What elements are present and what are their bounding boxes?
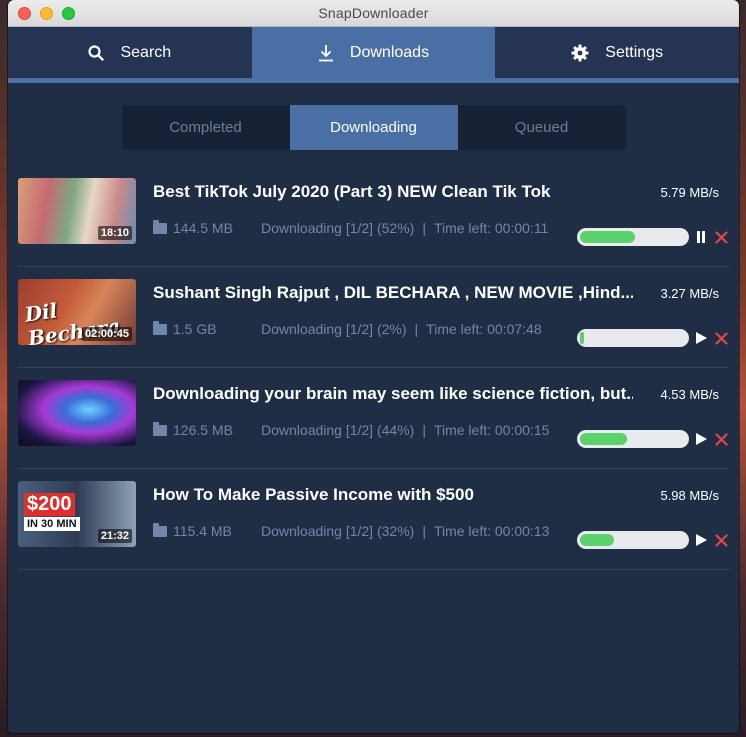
download-speed: 5.98 MB/s [660,488,719,503]
folder-icon[interactable] [153,219,167,234]
time-left: Time left: 00:07:48 [426,321,542,337]
file-size: 1.5 GB [173,321,217,337]
video-thumbnail [18,380,136,446]
progress-bar [577,329,689,347]
play-icon [695,332,707,344]
tab-downloads[interactable]: Downloads [251,27,496,78]
video-title: How To Make Passive Income with $500 [153,485,474,504]
window-controls [18,7,75,20]
folder-icon[interactable] [153,320,167,335]
gear-icon [571,44,589,62]
progress-bar [577,228,689,246]
download-status: Downloading [1/2] (32%) [261,523,415,539]
meta-separator: | [414,321,419,337]
video-duration: 02:00:45 [81,327,132,341]
video-thumbnail: 18:10 [18,178,136,244]
video-duration: 18:10 [97,226,132,240]
progress-bar [577,430,689,448]
download-status: Downloading [1/2] (44%) [261,422,415,438]
close-icon [714,331,728,345]
download-speed: 3.27 MB/s [660,286,719,301]
time-left: Time left: 00:00:15 [433,422,550,438]
close-icon [714,230,728,244]
app-window: SnapDownloader Search Downloads Settings… [8,0,739,733]
segment-queued[interactable]: Queued [458,105,626,150]
close-icon [714,533,728,547]
video-title: Sushant Singh Rajput , DIL BECHARA , NEW… [153,283,633,302]
download-row: Downloading your brain may seem like sci… [18,368,729,469]
download-icon [318,44,334,62]
play-icon [695,534,707,546]
tab-search[interactable]: Search [8,27,252,78]
segmented-control: Completed Downloading Queued [121,105,626,150]
download-info: Sushant Singh Rajput , DIL BECHARA , NEW… [136,279,729,367]
cancel-button[interactable] [713,330,729,346]
cancel-button[interactable] [713,229,729,245]
video-duration: 21:32 [97,529,132,543]
progress-fill [580,534,614,546]
time-left: Time left: 00:00:11 [433,220,549,236]
resume-button[interactable] [694,532,708,548]
zoom-window-button[interactable] [62,7,75,20]
download-info: Best TikTok July 2020 (Part 3) NEW Clean… [136,178,729,266]
download-speed: 4.53 MB/s [660,387,719,402]
progress-fill [580,332,585,344]
status-filter: Completed Downloading Queued [8,105,739,150]
progress-fill [580,231,636,243]
folder-icon[interactable] [153,522,167,537]
meta-separator: | [422,422,426,438]
cancel-button[interactable] [713,532,729,548]
thumbnail-badge: $200 [24,493,75,516]
pause-icon [697,231,705,243]
download-list: 18:10 Best TikTok July 2020 (Part 3) NEW… [8,166,739,570]
download-status: Downloading [1/2] (52%) [261,220,415,236]
cancel-button[interactable] [713,431,729,447]
title-bar: SnapDownloader [8,0,739,27]
tab-settings-label: Settings [605,43,664,61]
resume-button[interactable] [694,431,708,447]
video-thumbnail: $200 IN 30 MIN 21:32 [18,481,136,547]
download-row: 18:10 Best TikTok July 2020 (Part 3) NEW… [18,166,729,267]
close-window-button[interactable] [18,7,31,20]
download-info: Downloading your brain may seem like sci… [136,380,729,468]
file-size: 115.4 MB [173,523,232,539]
tab-search-label: Search [120,43,172,61]
close-icon [714,432,728,446]
window-title: SnapDownloader [318,5,429,21]
thumbnail-badge-sub: IN 30 MIN [24,517,80,531]
file-size: 144.5 MB [173,220,233,236]
download-row: $200 IN 30 MIN 21:32 How To Make Passive… [18,469,729,570]
segment-downloading[interactable]: Downloading [289,105,458,150]
time-left: Time left: 00:00:13 [433,523,550,539]
tab-settings[interactable]: Settings [495,27,739,78]
folder-icon[interactable] [153,421,167,436]
video-title: Downloading your brain may seem like sci… [153,384,633,403]
tab-downloads-label: Downloads [349,43,430,61]
video-thumbnail: Dil Bechara 02:00:45 [18,279,136,345]
download-speed: 5.79 MB/s [660,185,719,200]
meta-separator: | [422,523,426,539]
progress-fill [580,433,627,445]
video-title: Best TikTok July 2020 (Part 3) NEW Clean… [153,182,551,201]
download-info: How To Make Passive Income with $500 5.9… [136,481,729,569]
file-size: 126.5 MB [173,422,233,438]
download-row: Dil Bechara 02:00:45 Sushant Singh Rajpu… [18,267,729,368]
main-nav: Search Downloads Settings [8,27,739,83]
pause-button[interactable] [694,229,708,245]
play-icon [695,433,707,445]
search-icon [88,44,105,61]
segment-completed[interactable]: Completed [122,105,290,150]
resume-button[interactable] [694,330,708,346]
minimize-window-button[interactable] [40,7,53,20]
download-status: Downloading [1/2] (2%) [261,321,407,337]
progress-bar [577,531,689,549]
meta-separator: | [422,220,426,236]
